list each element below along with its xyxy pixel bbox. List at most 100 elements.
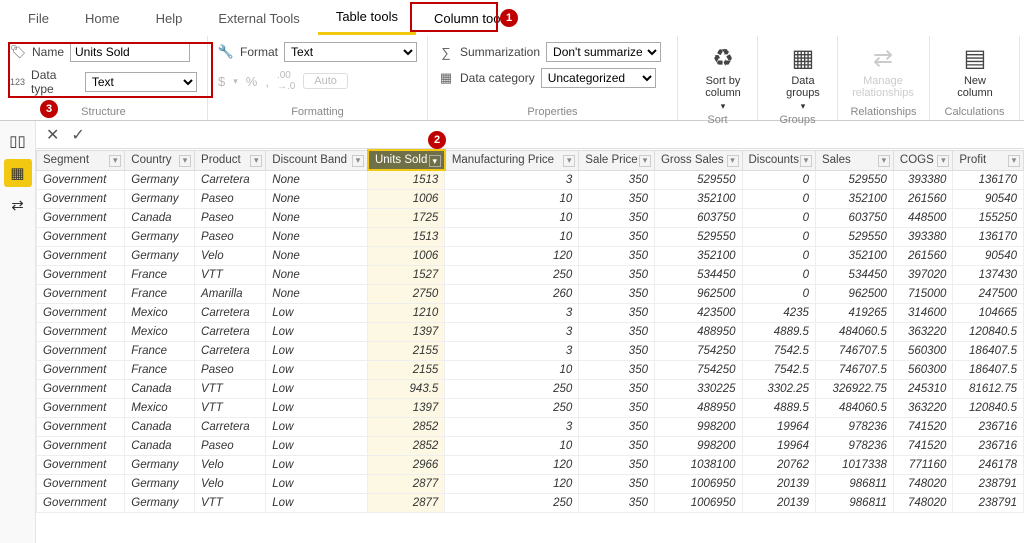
cell[interactable]: 245310 <box>893 380 952 399</box>
cell[interactable]: 250 <box>445 399 579 418</box>
cell[interactable]: 350 <box>579 266 655 285</box>
cell[interactable]: 998200 <box>654 437 742 456</box>
column-header[interactable]: Sale Price▾ <box>579 150 655 170</box>
column-header[interactable]: Manufacturing Price▾ <box>445 150 579 170</box>
cell[interactable]: Low <box>266 342 368 361</box>
cell[interactable]: 10 <box>445 437 579 456</box>
cell[interactable]: 529550 <box>654 228 742 247</box>
cell[interactable]: Carretera <box>195 342 266 361</box>
format-select[interactable]: Text <box>284 42 417 62</box>
filter-dropdown-icon[interactable]: ▾ <box>563 155 575 167</box>
cell[interactable]: None <box>266 228 368 247</box>
cell[interactable]: 90540 <box>953 190 1024 209</box>
cell[interactable]: Low <box>266 323 368 342</box>
table-row[interactable]: GovernmentCanadaPaseoNone172510350603750… <box>37 209 1024 228</box>
cell[interactable]: Canada <box>125 380 195 399</box>
cell[interactable]: 1725 <box>368 209 445 228</box>
cell[interactable]: 250 <box>445 494 579 513</box>
cell[interactable]: None <box>266 285 368 304</box>
filter-dropdown-icon[interactable]: ▾ <box>429 155 441 167</box>
table-row[interactable]: GovernmentFranceVTTNone15272503505344500… <box>37 266 1024 285</box>
cell[interactable]: Paseo <box>195 228 266 247</box>
cell[interactable]: 120 <box>445 456 579 475</box>
cell[interactable]: 771160 <box>893 456 952 475</box>
table-row[interactable]: GovernmentGermanyVTTLow28772503501006950… <box>37 494 1024 513</box>
cell[interactable]: 350 <box>579 228 655 247</box>
cell[interactable]: Low <box>266 361 368 380</box>
cell[interactable]: Paseo <box>195 190 266 209</box>
table-row[interactable]: GovernmentFrancePaseoLow2155103507542507… <box>37 361 1024 380</box>
cell[interactable]: 352100 <box>654 190 742 209</box>
cell[interactable]: Germany <box>125 475 195 494</box>
cell[interactable]: 261560 <box>893 247 952 266</box>
cell[interactable]: 7542.5 <box>742 342 815 361</box>
cell[interactable]: 350 <box>579 399 655 418</box>
cell[interactable]: Government <box>37 323 125 342</box>
table-row[interactable]: GovernmentMexicoCarreteraLow121033504235… <box>37 304 1024 323</box>
cell[interactable]: 20139 <box>742 475 815 494</box>
cell[interactable]: Low <box>266 437 368 456</box>
cell[interactable]: 3 <box>445 323 579 342</box>
cell[interactable]: Low <box>266 399 368 418</box>
cell[interactable]: Germany <box>125 494 195 513</box>
table-row[interactable]: GovernmentGermanyVeloLow2877120350100695… <box>37 475 1024 494</box>
cell[interactable]: 529550 <box>815 170 893 190</box>
cell[interactable]: 534450 <box>815 266 893 285</box>
cell[interactable]: 236716 <box>953 418 1024 437</box>
cell[interactable]: None <box>266 247 368 266</box>
cell[interactable]: France <box>125 285 195 304</box>
cell[interactable]: 350 <box>579 170 655 190</box>
cell[interactable]: 534450 <box>654 266 742 285</box>
cell[interactable]: 10 <box>445 228 579 247</box>
cell[interactable]: Government <box>37 475 125 494</box>
cell[interactable]: VTT <box>195 266 266 285</box>
cell[interactable]: Carretera <box>195 323 266 342</box>
cell[interactable]: 603750 <box>815 209 893 228</box>
cell[interactable]: Germany <box>125 228 195 247</box>
column-header[interactable]: Discounts▾ <box>742 150 815 170</box>
cell[interactable]: 1006 <box>368 247 445 266</box>
cell[interactable]: 350 <box>579 475 655 494</box>
filter-dropdown-icon[interactable]: ▾ <box>352 155 364 167</box>
cell[interactable]: 238791 <box>953 494 1024 513</box>
cell[interactable]: Government <box>37 418 125 437</box>
cell[interactable]: Government <box>37 380 125 399</box>
column-header[interactable]: Product▾ <box>195 150 266 170</box>
cell[interactable]: 136170 <box>953 228 1024 247</box>
cell[interactable]: 120840.5 <box>953 399 1024 418</box>
filter-dropdown-icon[interactable]: ▾ <box>639 155 651 167</box>
cell[interactable]: 962500 <box>815 285 893 304</box>
cell[interactable]: Government <box>37 361 125 380</box>
cell[interactable]: VTT <box>195 380 266 399</box>
cell[interactable]: Government <box>37 228 125 247</box>
table-row[interactable]: GovernmentMexicoCarreteraLow139733504889… <box>37 323 1024 342</box>
cell[interactable]: 560300 <box>893 361 952 380</box>
cell[interactable]: Government <box>37 209 125 228</box>
cell[interactable]: 2877 <box>368 494 445 513</box>
cell[interactable]: 397020 <box>893 266 952 285</box>
cell[interactable]: 250 <box>445 380 579 399</box>
column-header[interactable]: Units Sold▾ <box>368 150 445 170</box>
filter-dropdown-icon[interactable]: ▾ <box>937 155 949 167</box>
table-row[interactable]: GovernmentMexicoVTTLow139725035048895048… <box>37 399 1024 418</box>
cell[interactable]: Government <box>37 304 125 323</box>
cell[interactable]: 4235 <box>742 304 815 323</box>
data-grid-wrap[interactable]: Segment▾Country▾Product▾Discount Band▾Un… <box>36 149 1024 543</box>
cell[interactable]: 2155 <box>368 342 445 361</box>
cell[interactable]: Government <box>37 437 125 456</box>
cell[interactable]: 350 <box>579 323 655 342</box>
cell[interactable]: Low <box>266 304 368 323</box>
cell[interactable]: 3 <box>445 342 579 361</box>
cell[interactable]: Low <box>266 418 368 437</box>
cell[interactable]: 962500 <box>654 285 742 304</box>
cell[interactable]: None <box>266 190 368 209</box>
cell[interactable]: 3 <box>445 170 579 190</box>
cell[interactable]: 741520 <box>893 437 952 456</box>
cell[interactable]: 754250 <box>654 342 742 361</box>
cell[interactable]: Government <box>37 285 125 304</box>
cell[interactable]: 1006950 <box>654 494 742 513</box>
cell[interactable]: 560300 <box>893 342 952 361</box>
cell[interactable]: Government <box>37 190 125 209</box>
cell[interactable]: Paseo <box>195 209 266 228</box>
table-row[interactable]: GovernmentFranceAmarillaNone275026035096… <box>37 285 1024 304</box>
